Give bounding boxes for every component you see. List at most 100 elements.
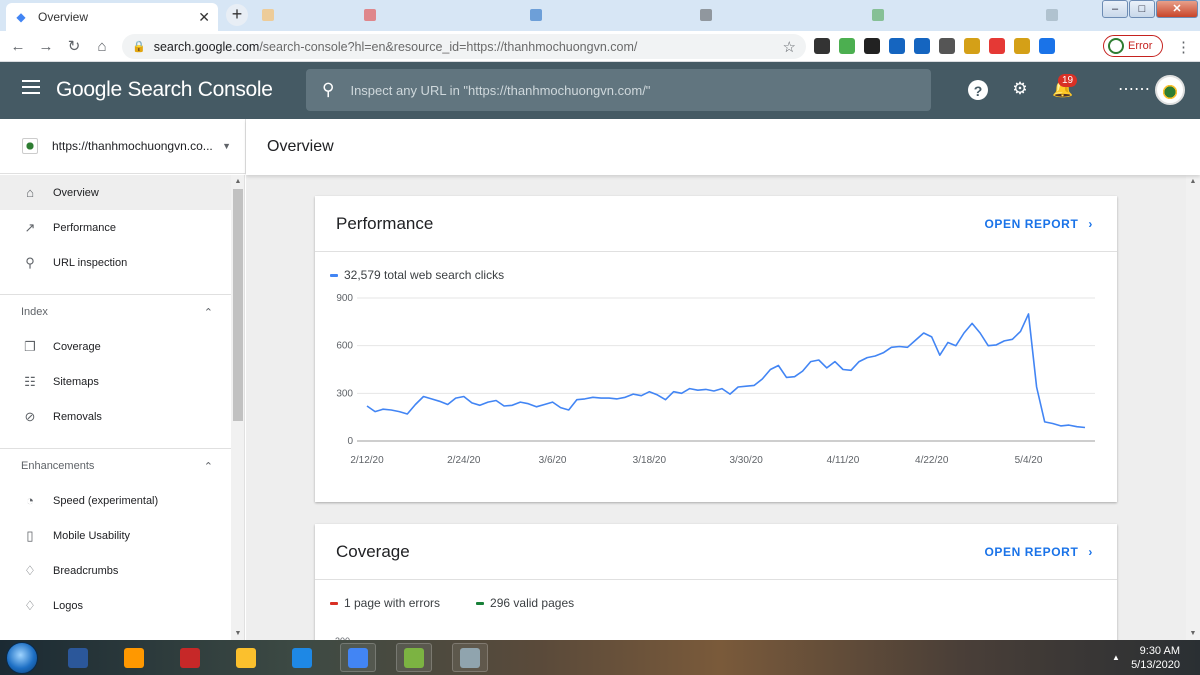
- scroll-down-icon[interactable]: ▼: [231, 630, 245, 637]
- y-tick-label: 0: [347, 436, 353, 447]
- y-tick-label: 600: [336, 341, 353, 352]
- main-scrollbar[interactable]: ▲ ▼: [1186, 175, 1200, 640]
- url-inspect-input[interactable]: [350, 82, 915, 98]
- account-avatar[interactable]: [1155, 75, 1185, 105]
- extension-icon[interactable]: [864, 38, 880, 54]
- sidebar-item-mobile-usability[interactable]: ▯ Mobile Usability: [0, 518, 231, 553]
- manage-users-icon[interactable]: ⚙: [1009, 79, 1031, 101]
- forward-icon[interactable]: →: [32, 38, 60, 55]
- sidebar-item-removals[interactable]: ⊘ Removals: [0, 399, 231, 434]
- close-icon[interactable]: ✕: [198, 9, 210, 26]
- extension-icon[interactable]: [889, 38, 905, 54]
- taskbar-app-button[interactable]: [60, 643, 96, 672]
- trending-up-icon: ↗: [24, 219, 36, 235]
- chrome-menu-icon[interactable]: ⋮: [1176, 38, 1191, 56]
- taskbar-app-button[interactable]: [340, 643, 376, 672]
- clicks-series-line: [366, 313, 1086, 429]
- sidebar-item-url-inspection[interactable]: ⚲ URL inspection: [0, 245, 231, 280]
- coverage-legend: 1 page with errors 296 valid pages: [315, 580, 1117, 610]
- sidebar-scroll-thumb[interactable]: [233, 189, 243, 421]
- property-selector[interactable]: https://thanhmochuongvn.co... ▼: [0, 119, 246, 174]
- taskbar-app-button[interactable]: [284, 643, 320, 672]
- sidebar-item-logos[interactable]: ♢ Logos: [0, 588, 231, 623]
- x-tick-label: 5/4/20: [1015, 455, 1043, 466]
- show-hidden-icons-icon[interactable]: ▲: [1112, 653, 1120, 662]
- taskbar-app-button[interactable]: [228, 643, 264, 672]
- menu-icon[interactable]: [22, 80, 40, 94]
- sidebar-item-sitemaps[interactable]: ☷ Sitemaps: [0, 364, 231, 399]
- address-bar[interactable]: 🔒 search.google.com/search-console?hl=en…: [122, 34, 806, 59]
- taskbar-app-button[interactable]: [396, 643, 432, 672]
- new-tab-button[interactable]: +: [226, 4, 248, 26]
- background-tab[interactable]: [364, 6, 376, 24]
- sidebar-item-coverage[interactable]: ❐ Coverage: [0, 329, 231, 364]
- apps-grid-icon[interactable]: ⋯⋯: [1118, 79, 1150, 101]
- scroll-down-icon[interactable]: ▼: [1186, 630, 1200, 637]
- app-icon: [460, 647, 480, 668]
- sidebar-scrollbar[interactable]: ▲ ▼: [231, 175, 245, 640]
- app-icon: [124, 647, 144, 668]
- sidebar-item-overview[interactable]: ⌂ Overview: [0, 175, 231, 210]
- main-content: Performance OPEN REPORT › 32,579 total w…: [246, 175, 1186, 640]
- url-path: /search-console?hl=en&resource_id=https:…: [259, 39, 638, 54]
- extension-icon[interactable]: [1039, 38, 1055, 54]
- sidebar-item-breadcrumbs[interactable]: ♢ Breadcrumbs: [0, 553, 231, 588]
- extension-icon[interactable]: [1014, 38, 1030, 54]
- legend-item-clicks[interactable]: 32,579 total web search clicks: [330, 268, 504, 282]
- back-icon[interactable]: ←: [4, 38, 32, 55]
- y-tick-label: 300: [336, 388, 353, 399]
- background-tab[interactable]: [530, 6, 542, 24]
- bookmark-star-icon[interactable]: ☆: [783, 38, 796, 56]
- performance-open-report-link[interactable]: OPEN REPORT ›: [984, 217, 1093, 231]
- extension-icon[interactable]: [989, 38, 1005, 54]
- gsc-logo[interactable]: Google Search Console: [56, 78, 273, 102]
- help-icon[interactable]: ?: [968, 80, 988, 100]
- x-tick-label: 4/11/20: [827, 455, 860, 466]
- background-tab[interactable]: [872, 6, 884, 24]
- search-console-favicon-icon: ◆: [16, 10, 26, 24]
- background-tab[interactable]: [1046, 6, 1058, 24]
- x-tick-label: 2/12/20: [350, 455, 384, 466]
- section-title: Index: [21, 306, 48, 318]
- extension-icon[interactable]: [914, 38, 930, 54]
- coverage-open-report-link[interactable]: OPEN REPORT ›: [984, 545, 1093, 559]
- tab-overview[interactable]: ◆ Overview ✕: [6, 3, 218, 31]
- notification-count-badge: 19: [1058, 74, 1078, 87]
- x-tick-label: 3/18/20: [633, 455, 667, 466]
- open-report-label: OPEN REPORT: [984, 544, 1079, 559]
- scroll-up-icon[interactable]: ▲: [1186, 178, 1200, 185]
- extension-icons: [814, 38, 1055, 54]
- tab-favicon-icon: [364, 9, 376, 21]
- sidebar-section-enhancements[interactable]: Enhancements ⌃: [0, 448, 231, 483]
- sidebar-item-label: Speed (experimental): [53, 494, 159, 507]
- reload-icon[interactable]: ↻: [60, 37, 88, 55]
- minimize-button[interactable]: –: [1102, 0, 1128, 18]
- extension-icon[interactable]: [964, 38, 980, 54]
- legend-label: 32,579 total web search clicks: [344, 268, 505, 282]
- scroll-up-icon[interactable]: ▲: [231, 178, 245, 185]
- home-page-icon[interactable]: ⌂: [88, 38, 116, 55]
- background-tab[interactable]: [262, 6, 274, 24]
- lock-icon[interactable]: 🔒: [132, 40, 146, 53]
- extension-icon[interactable]: [839, 38, 855, 54]
- system-clock[interactable]: 9:30 AM 5/13/2020: [1131, 644, 1180, 672]
- extension-icon[interactable]: [814, 38, 830, 54]
- sidebar-section-index[interactable]: Index ⌃: [0, 294, 231, 329]
- legend-item-errors[interactable]: 1 page with errors: [330, 596, 440, 610]
- taskbar-app-button[interactable]: [116, 643, 152, 672]
- extension-icon[interactable]: [939, 38, 955, 54]
- sidebar-item-performance[interactable]: ↗ Performance: [0, 210, 231, 245]
- background-tab[interactable]: [700, 6, 712, 24]
- taskbar-app-button[interactable]: [172, 643, 208, 672]
- taskbar-app-button[interactable]: [452, 643, 488, 672]
- start-button[interactable]: [6, 642, 38, 674]
- window-close-button[interactable]: ✕: [1156, 0, 1198, 18]
- maximize-button[interactable]: □: [1129, 0, 1155, 18]
- app-icon: [180, 647, 200, 668]
- sidebar-item-speed[interactable]: ◔ Speed (experimental): [0, 483, 231, 518]
- tab-favicon-icon: [700, 9, 712, 21]
- chevron-right-icon: ›: [1088, 544, 1093, 559]
- legend-item-valid[interactable]: 296 valid pages: [476, 596, 574, 610]
- url-inspect-search[interactable]: ⚲: [306, 69, 931, 111]
- profile-error-button[interactable]: Error: [1103, 35, 1163, 57]
